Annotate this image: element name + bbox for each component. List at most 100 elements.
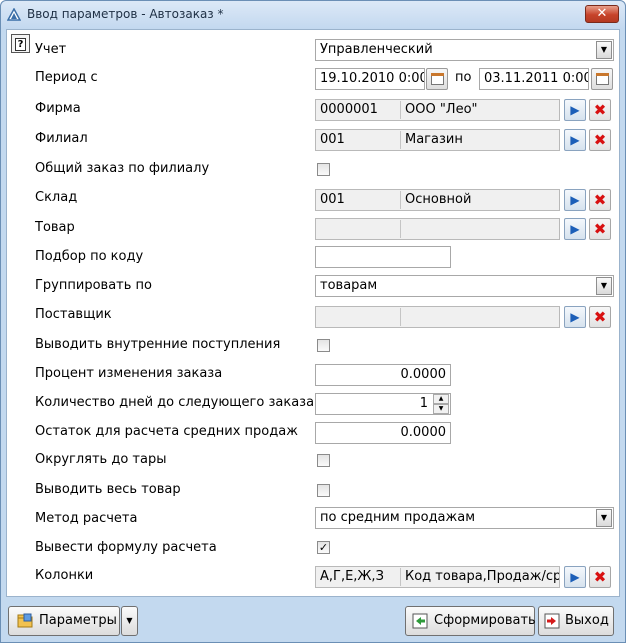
generate-icon bbox=[412, 613, 428, 629]
chevron-down-icon[interactable]: ▼ bbox=[596, 509, 612, 527]
field-divider bbox=[400, 220, 401, 238]
params-dropdown-button[interactable]: ▼ bbox=[121, 606, 138, 636]
okruglyat-checkbox[interactable] bbox=[317, 454, 330, 467]
podbor-input[interactable] bbox=[315, 246, 451, 268]
field-divider bbox=[400, 308, 401, 326]
gruppirovat-label: Группировать по bbox=[35, 278, 152, 293]
close-button[interactable]: ✕ bbox=[585, 5, 619, 23]
play-icon: ▶ bbox=[570, 193, 580, 207]
ostatok-label: Остаток для расчета средних продаж bbox=[35, 424, 298, 439]
filial-label: Филиал bbox=[35, 131, 88, 146]
field-divider bbox=[400, 568, 401, 586]
kolonki-select-button[interactable]: ▶ bbox=[564, 566, 586, 588]
obshiy-zakaz-checkbox[interactable] bbox=[317, 163, 330, 176]
generate-button-label: Сформировать bbox=[434, 613, 536, 628]
uchet-select[interactable]: Управленческий ▼ bbox=[315, 39, 614, 61]
filial-clear-button[interactable]: ✖ bbox=[589, 129, 611, 151]
close-icon: ✖ bbox=[593, 191, 607, 209]
filial-field[interactable]: 001 Магазин bbox=[315, 129, 560, 151]
formula-label: Вывести формулу расчета bbox=[35, 540, 217, 555]
help-button[interactable]: ? bbox=[11, 34, 30, 53]
sklad-field[interactable]: 001 Основной bbox=[315, 189, 560, 211]
close-icon: ✖ bbox=[593, 101, 607, 119]
field-divider bbox=[400, 101, 401, 119]
period-from-input[interactable]: 19.10.2010 0:00 bbox=[315, 68, 425, 90]
vnutrennie-label: Выводить внутренние поступления bbox=[35, 337, 281, 352]
chevron-down-icon[interactable]: ▼ bbox=[596, 277, 612, 295]
generate-button[interactable]: Сформировать bbox=[405, 606, 536, 636]
period-label: Период с bbox=[35, 70, 98, 85]
close-icon: ✖ bbox=[593, 308, 607, 326]
calendar-icon bbox=[431, 73, 444, 85]
chevron-down-icon[interactable]: ▼ bbox=[596, 41, 612, 59]
firma-field[interactable]: 0000001 ООО "Лео" bbox=[315, 99, 560, 121]
window-title: Ввод параметров - Автозаказ * bbox=[27, 7, 224, 21]
procent-input[interactable]: 0.0000 bbox=[315, 364, 451, 386]
calendar-icon bbox=[596, 73, 609, 85]
check-icon: ✓ bbox=[318, 541, 329, 554]
exit-button[interactable]: Выход bbox=[538, 606, 614, 636]
play-icon: ▶ bbox=[570, 103, 580, 117]
filial-name: Магазин bbox=[405, 132, 463, 147]
tovar-clear-button[interactable]: ✖ bbox=[589, 218, 611, 240]
period-from-calendar-button[interactable] bbox=[426, 68, 448, 90]
close-icon: ✖ bbox=[593, 220, 607, 238]
vnutrennie-checkbox[interactable] bbox=[317, 339, 330, 352]
uchet-label: Учет bbox=[35, 42, 67, 57]
spin-down-icon[interactable]: ▼ bbox=[433, 404, 449, 414]
period-to-calendar-button[interactable] bbox=[591, 68, 613, 90]
firma-select-button[interactable]: ▶ bbox=[564, 99, 586, 121]
exit-icon bbox=[544, 613, 560, 629]
dni-label: Количество дней до следующего заказа bbox=[35, 395, 315, 410]
sklad-clear-button[interactable]: ✖ bbox=[589, 189, 611, 211]
period-to-label: по bbox=[455, 70, 472, 85]
dni-spinner[interactable]: ▲ ▼ bbox=[433, 394, 449, 414]
sklad-select-button[interactable]: ▶ bbox=[564, 189, 586, 211]
field-divider bbox=[400, 131, 401, 149]
firma-code: 0000001 bbox=[320, 102, 378, 117]
kolonki-clear-button[interactable]: ✖ bbox=[589, 566, 611, 588]
close-icon: ✖ bbox=[593, 568, 607, 586]
exit-button-label: Выход bbox=[565, 613, 609, 628]
tovar-select-button[interactable]: ▶ bbox=[564, 218, 586, 240]
kolonki-name: Код товара,Продаж/ср.п bbox=[405, 569, 560, 584]
postavshik-select-button[interactable]: ▶ bbox=[564, 306, 586, 328]
uchet-value: Управленческий bbox=[320, 42, 433, 57]
ves-tovar-label: Выводить весь товар bbox=[35, 482, 181, 497]
firma-clear-button[interactable]: ✖ bbox=[589, 99, 611, 121]
play-icon: ▶ bbox=[570, 570, 580, 584]
field-divider bbox=[400, 191, 401, 209]
filial-select-button[interactable]: ▶ bbox=[564, 129, 586, 151]
sklad-code: 001 bbox=[320, 192, 345, 207]
spin-up-icon[interactable]: ▲ bbox=[433, 394, 449, 404]
podbor-label: Подбор по коду bbox=[35, 249, 144, 264]
form-area: ? Учет Управленческий ▼ Период с 19.10.2… bbox=[6, 29, 620, 597]
dni-value: 1 bbox=[419, 396, 428, 411]
postavshik-field[interactable] bbox=[315, 306, 560, 328]
play-icon: ▶ bbox=[570, 222, 580, 236]
sklad-name: Основной bbox=[405, 192, 472, 207]
app-icon bbox=[7, 8, 21, 21]
ves-tovar-checkbox[interactable] bbox=[317, 484, 330, 497]
filial-code: 001 bbox=[320, 132, 345, 147]
params-button-label: Параметры bbox=[39, 613, 117, 628]
formula-checkbox[interactable]: ✓ bbox=[317, 541, 330, 554]
tovar-field[interactable] bbox=[315, 218, 560, 240]
gruppirovat-select[interactable]: товарам ▼ bbox=[315, 275, 614, 297]
dialog-window: Ввод параметров - Автозаказ * ✕ ? Учет У… bbox=[0, 0, 626, 643]
kolonki-field[interactable]: А,Г,Е,Ж,З Код товара,Продаж/ср.п bbox=[315, 566, 560, 588]
procent-label: Процент изменения заказа bbox=[35, 366, 223, 381]
metod-label: Метод расчета bbox=[35, 511, 138, 526]
metod-select[interactable]: по средним продажам ▼ bbox=[315, 507, 614, 529]
dni-stepper[interactable]: 1 ▲ ▼ bbox=[315, 393, 451, 415]
folder-icon bbox=[17, 613, 33, 628]
tovar-label: Товар bbox=[35, 220, 75, 235]
params-button[interactable]: Параметры bbox=[8, 606, 120, 636]
postavshik-clear-button[interactable]: ✖ bbox=[589, 306, 611, 328]
firma-name: ООО "Лео" bbox=[405, 102, 478, 117]
title-bar: Ввод параметров - Автозаказ * ✕ bbox=[1, 1, 625, 29]
kolonki-label: Колонки bbox=[35, 568, 94, 583]
play-icon: ▶ bbox=[570, 133, 580, 147]
period-to-input[interactable]: 03.11.2011 0:00 bbox=[479, 68, 589, 90]
ostatok-input[interactable]: 0.0000 bbox=[315, 422, 451, 444]
